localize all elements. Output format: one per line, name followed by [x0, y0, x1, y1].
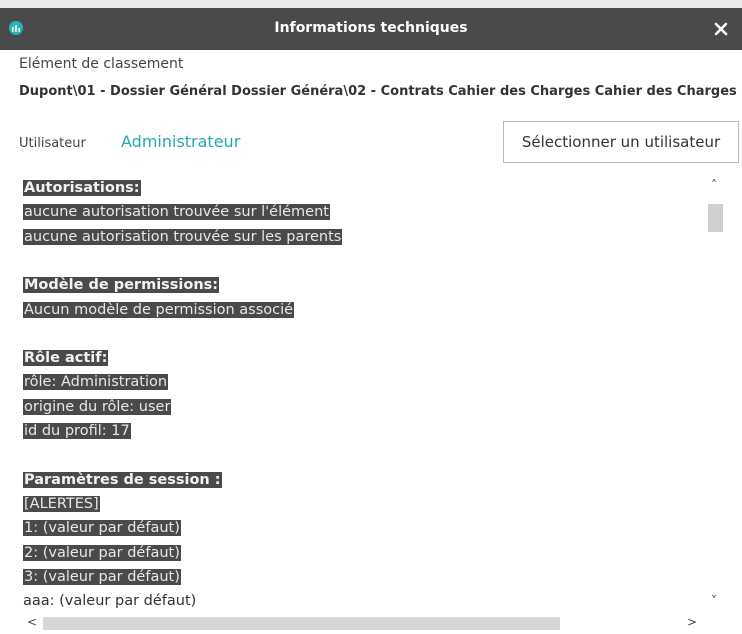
- details-line: 2: (valeur par défaut): [23, 542, 181, 565]
- scroll-left-arrow-icon[interactable]: <: [27, 615, 37, 629]
- details-line-text: Paramètres de session :: [23, 471, 222, 488]
- details-section-heading: Paramètres de session :: [23, 469, 222, 492]
- close-button[interactable]: [708, 16, 734, 42]
- details-line-text: aucune autorisation trouvée sur les pare…: [23, 228, 343, 245]
- details-line-text: [ALERTES]: [23, 495, 100, 512]
- details-line-text: Aucun modèle de permission associé: [23, 301, 295, 318]
- user-label: Utilisateur: [19, 136, 86, 151]
- details-line-text: Autorisations:: [23, 180, 141, 196]
- technical-details-text[interactable]: Autorisations: aucune autorisation trouvé…: [21, 176, 705, 613]
- details-line: [ALERTES]: [23, 493, 100, 516]
- details-line: 3: (valeur par défaut): [23, 566, 181, 589]
- details-line-text: rôle: Administration: [23, 374, 169, 391]
- current-user-name: Administrateur: [121, 132, 241, 151]
- details-line: id du profil: 17: [23, 420, 131, 443]
- details-line-text: id du profil: 17: [23, 423, 131, 439]
- details-line: 1: (valeur par défaut): [23, 517, 181, 540]
- dialog-titlebar: Informations techniques: [0, 8, 742, 50]
- details-line: aucune autorisation trouvée sur les pare…: [23, 226, 343, 249]
- details-line: rôle: Administration: [23, 371, 169, 394]
- select-user-button[interactable]: Sélectionner un utilisateur: [503, 121, 739, 163]
- details-line-text: aucune autorisation trouvée sur l'élémen…: [23, 204, 330, 221]
- horizontal-scroll-thumb[interactable]: [43, 617, 560, 630]
- details-line-text: origine du rôle: user: [23, 398, 172, 415]
- details-line: Aucun modèle de permission associé: [23, 299, 295, 322]
- details-line-text: Modèle de permissions:: [23, 277, 220, 294]
- vertical-scrollbar[interactable]: ˄ ˅: [705, 176, 727, 613]
- element-path: Dupont\01 - Dossier Général Dossier Géné…: [19, 84, 737, 99]
- close-icon[interactable]: [714, 22, 728, 36]
- details-line: aucune autorisation trouvée sur l'élémen…: [23, 201, 330, 224]
- details-line-text: 1: (valeur par défaut): [23, 520, 181, 537]
- details-line-text: aaa: (valeur par défaut): [23, 593, 197, 610]
- vertical-scroll-thumb[interactable]: [708, 204, 723, 232]
- details-line: aaa: (valeur par défaut): [23, 590, 196, 613]
- background-strip: [0, 0, 742, 8]
- scroll-up-arrow-icon[interactable]: ˄: [711, 178, 717, 192]
- details-line-text: 2: (valeur par défaut): [23, 544, 181, 561]
- details-line-text: 3: (valeur par défaut): [23, 568, 181, 585]
- details-section-heading: Autorisations:: [23, 177, 141, 200]
- scroll-down-arrow-icon[interactable]: ˅: [711, 594, 717, 608]
- details-line-text: Rôle actif:: [23, 350, 109, 367]
- details-section-heading: Modèle de permissions:: [23, 274, 220, 297]
- details-section-heading: Rôle actif:: [23, 347, 109, 370]
- element-label: Elément de classement: [19, 56, 184, 72]
- dialog-title: Informations techniques: [274, 20, 468, 36]
- details-line: origine du rôle: user: [23, 396, 172, 419]
- horizontal-scrollbar[interactable]: < >: [21, 613, 705, 633]
- scroll-right-arrow-icon[interactable]: >: [687, 615, 697, 629]
